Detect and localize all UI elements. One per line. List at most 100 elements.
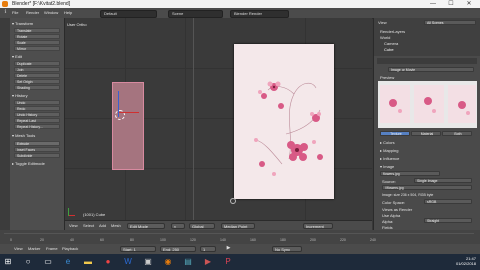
system-clock[interactable]: 21:47 01/02/2018	[456, 256, 476, 266]
camera-marker-icon[interactable]	[230, 198, 236, 204]
repeat-history-button[interactable]: Repeat History...	[14, 124, 60, 129]
alpha-label: Alpha:	[382, 219, 394, 224]
redo-button[interactable]: Redo	[14, 106, 60, 111]
preview-label[interactable]: Preview	[380, 75, 394, 80]
translate-button[interactable]: Translate	[14, 28, 60, 33]
properties-tabs[interactable]	[377, 58, 477, 64]
mode-select[interactable]: Edit Mode	[127, 223, 165, 229]
delete-button[interactable]: Delete	[14, 73, 60, 78]
ppt-icon[interactable]: P	[223, 257, 233, 267]
set-origin-button[interactable]: Set Origin	[14, 79, 60, 84]
toggle-editmode-header[interactable]: ▸ Toggle Editmode	[12, 161, 45, 166]
svg-text:180: 180	[280, 238, 286, 242]
influence-panel[interactable]: ▸ Influence	[380, 156, 399, 161]
close-button[interactable]: ✕	[460, 0, 478, 8]
mesh-plane-object[interactable]	[112, 82, 144, 170]
undo-button[interactable]: Undo	[14, 100, 60, 105]
timeline-area[interactable]: 0 20 40 60 80 100 120 140 160 180 200 220 240	[0, 230, 480, 244]
explorer-icon[interactable]: ▬	[83, 257, 93, 267]
outliner-view-menu[interactable]: View	[378, 20, 387, 25]
history-header[interactable]: ▾ History	[12, 93, 28, 98]
outliner-item[interactable]: RenderLayers	[380, 29, 405, 34]
image-name-field[interactable]: flowers.jpg	[380, 171, 440, 176]
chrome-icon[interactable]: ●	[103, 257, 113, 267]
pivot-select[interactable]: Global	[189, 223, 215, 229]
scale-button[interactable]: Scale	[14, 40, 60, 45]
menu-window[interactable]: Window	[44, 10, 58, 15]
outliner-item[interactable]: Cube	[384, 47, 394, 52]
extrude-button[interactable]: Extrude	[14, 141, 60, 146]
view-menu[interactable]: View	[69, 223, 78, 228]
task-view-icon[interactable]: ▭	[43, 257, 53, 267]
fields-checkbox[interactable]: Fields	[382, 225, 393, 230]
join-button[interactable]: Join	[14, 67, 60, 72]
blender-icon[interactable]: ◉	[163, 257, 173, 267]
views-as-render-checkbox[interactable]: Views as Render	[382, 207, 412, 212]
mesh-menu[interactable]: Mesh	[111, 223, 121, 228]
filepath-field[interactable]: //flowers.jpg	[382, 185, 472, 190]
mirror-button[interactable]: Mirror	[14, 46, 60, 51]
timeline-frame-menu[interactable]: Frame	[46, 246, 58, 251]
rotate-button[interactable]: Rotate	[14, 34, 60, 39]
colors-panel[interactable]: ▸ Colors	[380, 140, 395, 145]
outliner-filter-select[interactable]: All Scenes	[424, 20, 476, 25]
edge-icon[interactable]: e	[63, 257, 73, 267]
use-alpha-checkbox[interactable]: Use Alpha	[382, 213, 400, 218]
end-frame-field[interactable]: End: 250	[160, 246, 196, 252]
render-engine-select[interactable]: Blender Render	[230, 10, 289, 18]
select-menu[interactable]: Select	[83, 223, 94, 228]
menu-file[interactable]: File	[12, 10, 18, 15]
timeline-playback-menu[interactable]: Playback	[62, 246, 78, 251]
search-icon[interactable]: ○	[23, 257, 33, 267]
store-icon[interactable]: ▣	[143, 257, 153, 267]
subdivide-button[interactable]: Subdivide	[14, 153, 60, 158]
outliner-item[interactable]: World	[380, 35, 390, 40]
tab-material[interactable]: Material	[411, 131, 441, 136]
start-frame-field[interactable]: Start: 1	[120, 246, 156, 252]
mesh-tools-header[interactable]: ▾ Mesh Tools	[12, 133, 35, 138]
tab-texture[interactable]: Texture	[380, 131, 410, 136]
menu-render[interactable]: Render	[26, 10, 39, 15]
mapping-panel[interactable]: ▸ Mapping	[380, 148, 398, 153]
x-arrow-icon[interactable]	[119, 112, 139, 113]
image-panel[interactable]: ▾ Image	[380, 164, 394, 169]
photos-icon[interactable]: ▤	[183, 257, 193, 267]
z-arrow-icon[interactable]	[118, 91, 119, 117]
shading-button[interactable]: Shading	[14, 85, 60, 90]
maximize-button[interactable]: ☐	[442, 0, 460, 8]
layout-select[interactable]: Default	[100, 10, 157, 18]
outliner-item[interactable]: Camera	[384, 41, 398, 46]
color-space-select[interactable]: sRGB	[424, 199, 472, 204]
source-select[interactable]: Single Image	[414, 178, 472, 183]
current-frame-field[interactable]: 1	[200, 246, 216, 252]
texture-type-select[interactable]: Image or Movie	[388, 67, 474, 72]
media-icon[interactable]: ▶	[203, 257, 213, 267]
transform-header[interactable]: ▾ Transform	[12, 21, 33, 26]
snap-select[interactable]: Increment	[303, 223, 333, 229]
3d-viewport[interactable]: User Ortho (1001) Cube	[65, 18, 372, 220]
sync-select[interactable]: No Sync	[272, 246, 302, 252]
start-icon[interactable]: ⊞	[3, 257, 13, 267]
repeat-last-button[interactable]: Repeat Last	[14, 118, 60, 123]
timeline-ruler[interactable]: 0 20 40 60 80 100 120 140 160 180 200 220 240	[0, 234, 480, 244]
duplicate-button[interactable]: Duplicate	[14, 61, 60, 66]
minimize-button[interactable]: —	[424, 0, 442, 8]
tab-both[interactable]: Both	[442, 131, 472, 136]
svg-text:0: 0	[10, 238, 12, 242]
word-icon[interactable]: W	[123, 257, 133, 267]
shading-select[interactable]: ◐	[171, 223, 185, 229]
timeline-header: View Marker Frame Playback Start: 1 End:…	[0, 244, 480, 254]
timeline-view-menu[interactable]: View	[14, 246, 23, 251]
menu-help[interactable]: Help	[64, 10, 72, 15]
alpha-select[interactable]: Straight	[424, 218, 472, 223]
scene-select[interactable]: Scene	[168, 10, 223, 18]
play-icon[interactable]: ▶	[226, 246, 231, 251]
transform-orientation[interactable]: Median Point	[221, 223, 255, 229]
editor-type-icon[interactable]: ℹ	[3, 10, 8, 15]
add-menu[interactable]: Add	[99, 223, 106, 228]
timeline-marker-menu[interactable]: Marker	[28, 246, 40, 251]
inset-faces-button[interactable]: Inset Faces	[14, 147, 60, 152]
tool-shelf-tabs[interactable]	[0, 18, 10, 230]
undo-history-button[interactable]: Undo History	[14, 112, 60, 117]
edit-header[interactable]: ▾ Edit	[12, 54, 22, 59]
